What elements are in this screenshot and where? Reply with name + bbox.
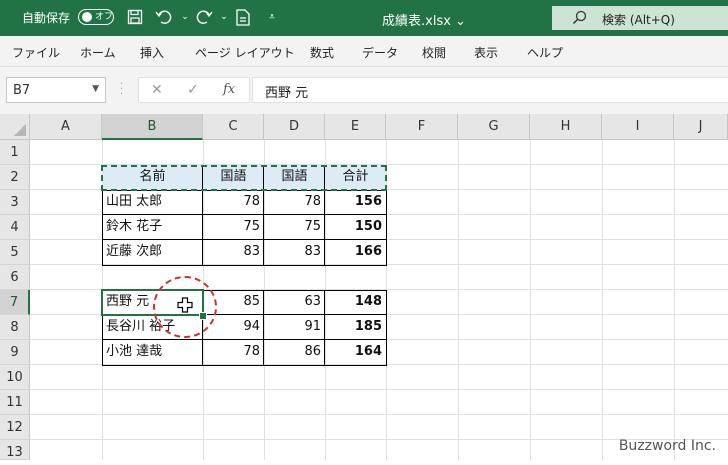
document-icon[interactable] [233,7,253,27]
row-header-13[interactable]: 13 [0,440,30,460]
column-header-g[interactable]: G [458,114,530,140]
gridline [30,414,728,415]
gridline [674,140,675,460]
row-header-2[interactable]: 2 [0,165,30,190]
search-box[interactable]: 検索 (Alt+Q) [552,6,728,30]
row-header-5[interactable]: 5 [0,240,30,265]
title-bar: 自動保存 オフ ⌄ ⌄ ⩡ 成績表.xlsx ⌄ 検索 (Alt+Q) [0,0,728,36]
tab-view[interactable]: 表示 [474,44,498,61]
toggle-knob [82,12,92,22]
table-border [202,190,203,266]
formula-controls: ✕ ✓ fx [138,77,250,103]
redo-icon[interactable] [194,7,214,27]
column-header-b[interactable]: B [102,114,203,140]
tab-formulas[interactable]: 数式 [310,44,334,61]
search-placeholder: 検索 (Alt+Q) [602,13,675,27]
tab-file[interactable]: ファイル [12,44,60,61]
row-header-1[interactable]: 1 [0,140,30,165]
tab-page-layout[interactable]: ページ レイアウト [195,44,295,61]
worksheet-grid[interactable]: A B C D E F G H I J 1 2 3 4 5 6 7 8 9 10… [0,114,728,460]
autosave-label: 自動保存 [22,11,71,25]
gridline [458,140,459,460]
formula-input[interactable]: 西野 元 [252,77,728,103]
table-border [263,190,264,266]
row-header-11[interactable]: 11 [0,390,30,415]
tab-data[interactable]: データ [362,44,398,61]
column-header-c[interactable]: C [203,114,264,140]
table-border [324,290,325,366]
table-border [102,239,387,240]
column-header-a[interactable]: A [30,114,102,140]
undo-dropdown-icon[interactable]: ⌄ [175,7,195,27]
select-all-button[interactable] [0,114,30,140]
autosave-toggle[interactable]: オフ [78,9,114,25]
row-header-6[interactable]: 6 [0,265,30,290]
formula-value: 西野 元 [265,86,309,101]
name-box[interactable]: B7 ▼ [6,77,106,103]
copy-marquee [101,165,387,191]
customize-toolbar-icon[interactable]: ⩡ [262,7,282,27]
chevron-down-icon: ▼ [92,84,99,94]
name-box-value: B7 [13,83,31,98]
redo-dropdown-icon[interactable]: ⌄ [214,7,234,27]
gridline [30,389,728,390]
table-border [102,339,387,340]
ribbon-tabs: ファイル ホーム 挿入 ページ レイアウト 数式 データ 校閲 表示 ヘルプ [0,36,728,67]
document-title[interactable]: 成績表.xlsx ⌄ [382,10,466,29]
table-border [324,190,325,266]
row-header-12[interactable]: 12 [0,415,30,440]
row-header-8[interactable]: 8 [0,315,30,340]
row-header-10[interactable]: 10 [0,365,30,390]
search-icon [572,10,587,25]
tab-help[interactable]: ヘルプ [527,44,563,61]
row-header-7[interactable]: 7 [0,290,30,315]
gridline [530,140,531,460]
drag-handle-icon[interactable]: · · · [120,80,123,100]
row-header-3[interactable]: 3 [0,190,30,215]
gridline [602,140,603,460]
row-header-9[interactable]: 9 [0,340,30,365]
table-border [102,190,387,266]
row-header-4[interactable]: 4 [0,215,30,240]
formula-bar: B7 ▼ · · · ✕ ✓ fx 西野 元 [0,67,728,114]
save-icon[interactable] [125,7,145,27]
column-header-h[interactable]: H [530,114,602,140]
table-border [263,290,264,366]
cancel-icon[interactable]: ✕ [151,82,163,98]
table-border [102,214,387,215]
tab-home[interactable]: ホーム [80,44,116,61]
insert-function-icon[interactable]: fx [223,82,235,97]
column-header-j[interactable]: J [674,114,728,140]
column-header-f[interactable]: F [386,114,458,140]
toggle-text: オフ [95,12,114,22]
column-header-i[interactable]: I [602,114,674,140]
column-header-d[interactable]: D [264,114,325,140]
cell-cursor-icon [177,297,193,313]
tab-insert[interactable]: 挿入 [140,44,164,61]
undo-icon[interactable] [154,7,174,27]
enter-icon[interactable]: ✓ [187,82,199,98]
tab-review[interactable]: 校閲 [422,44,446,61]
watermark: Buzzword Inc. [618,438,716,454]
column-header-e[interactable]: E [325,114,386,140]
